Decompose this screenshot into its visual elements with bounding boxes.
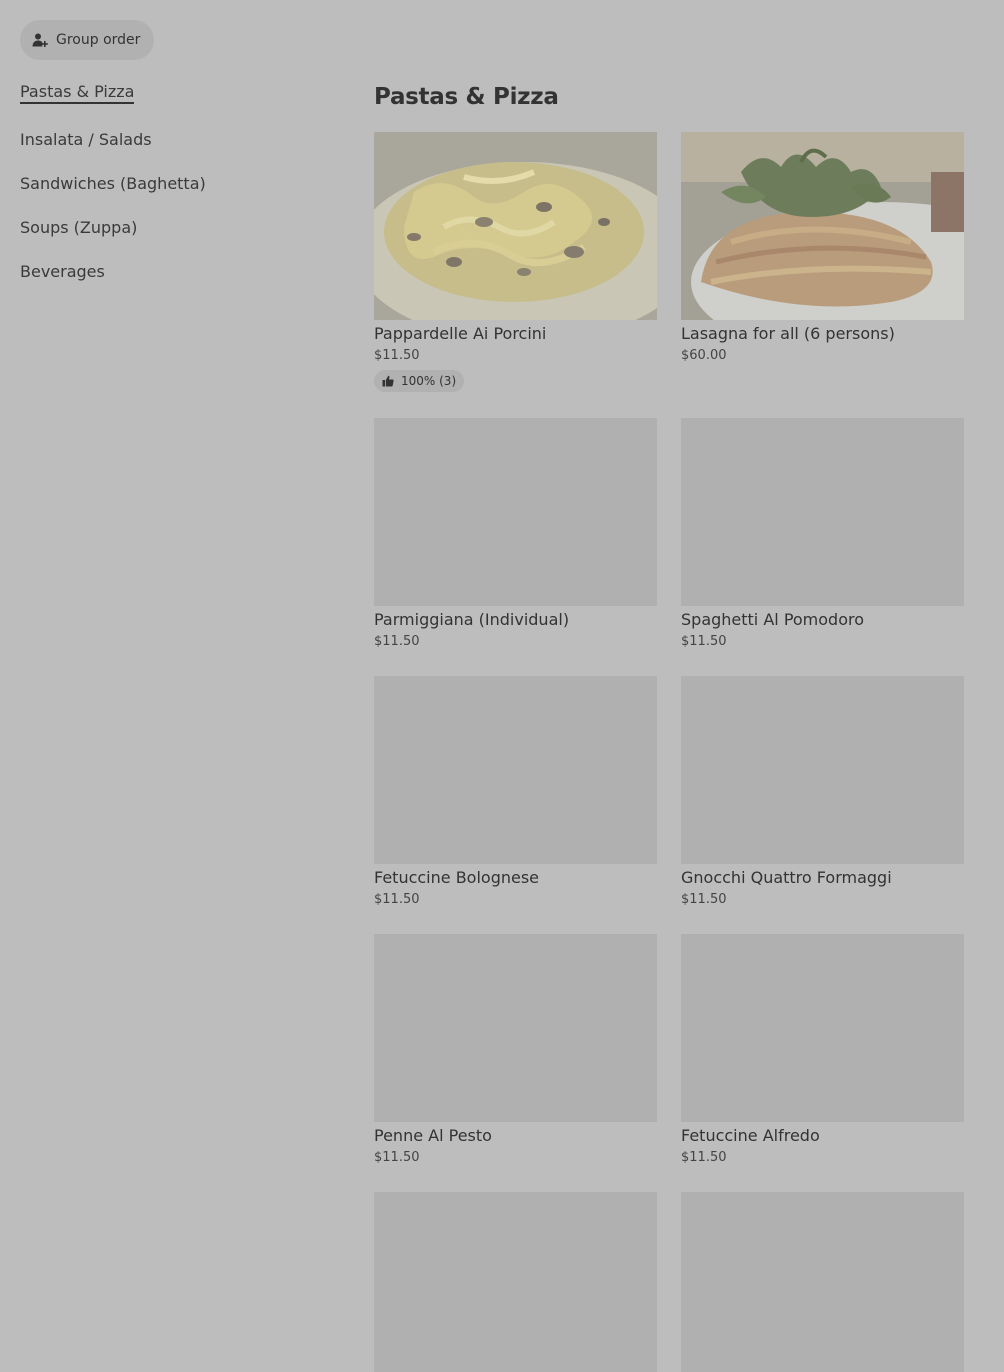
lasagna-photo xyxy=(681,132,964,320)
section-title: Pastas & Pizza xyxy=(374,84,559,110)
menu-item-card[interactable]: Penne Al Pesto $11.50 xyxy=(374,934,657,1166)
item-price: $11.50 xyxy=(681,1150,727,1165)
rating-badge: 100% (3) xyxy=(374,370,465,392)
sidebar-item-sandwiches[interactable]: Sandwiches (Baghetta) xyxy=(20,174,206,193)
group-order-label: Group order xyxy=(56,32,141,48)
item-name: Fetuccine Alfredo xyxy=(681,1126,820,1145)
menu-item-card[interactable]: Lasagna for all (6 persons) $60.00 xyxy=(681,132,964,364)
menu-item-card[interactable]: Gnocchi Quattro Formaggi $11.50 xyxy=(681,676,964,908)
item-name: Lasagna for all (6 persons) xyxy=(681,324,895,343)
item-image-placeholder xyxy=(374,676,657,864)
item-image-placeholder xyxy=(374,418,657,606)
item-price: $11.50 xyxy=(681,634,727,649)
item-image-placeholder xyxy=(681,1192,964,1372)
sidebar-item-soups[interactable]: Soups (Zuppa) xyxy=(20,218,137,237)
menu-item-card[interactable] xyxy=(681,1192,964,1372)
menu-item-card[interactable]: Pappardelle Ai Porcini $11.50 100% (3) xyxy=(374,132,657,392)
item-image-placeholder xyxy=(681,676,964,864)
item-price: $60.00 xyxy=(681,348,727,363)
menu-item-card[interactable]: Fetuccine Alfredo $11.50 xyxy=(681,934,964,1166)
item-name: Fetuccine Bolognese xyxy=(374,868,540,887)
item-price: $11.50 xyxy=(374,892,420,907)
item-price: $11.50 xyxy=(681,892,727,907)
item-price: $11.50 xyxy=(374,634,420,649)
item-price: $11.50 xyxy=(374,348,420,363)
add-person-icon xyxy=(32,32,48,48)
item-name: Penne Al Pesto xyxy=(374,1126,492,1145)
sidebar-item-pastas-pizza[interactable]: Pastas & Pizza xyxy=(20,82,135,104)
menu-item-card[interactable]: Parmiggiana (Individual) $11.50 xyxy=(374,418,657,650)
sidebar-item-beverages[interactable]: Beverages xyxy=(20,262,105,281)
item-image-placeholder xyxy=(374,934,657,1122)
item-image-placeholder xyxy=(374,1192,657,1372)
item-price: $11.50 xyxy=(374,1150,420,1165)
sidebar-item-salads[interactable]: Insalata / Salads xyxy=(20,130,152,149)
menu-item-card[interactable]: Fetuccine Bolognese $11.50 xyxy=(374,676,657,908)
menu-item-card[interactable] xyxy=(374,1192,657,1372)
item-image-placeholder xyxy=(681,418,964,606)
rating-text: 100% (3) xyxy=(401,374,457,388)
group-order-button[interactable]: Group order xyxy=(20,20,154,60)
item-name: Spaghetti Al Pomodoro xyxy=(681,610,865,629)
pasta-photo xyxy=(374,132,657,320)
menu-item-card[interactable]: Spaghetti Al Pomodoro $11.50 xyxy=(681,418,964,650)
item-name: Parmiggiana (Individual) xyxy=(374,610,570,629)
item-image-placeholder xyxy=(681,934,964,1122)
item-name: Gnocchi Quattro Formaggi xyxy=(681,868,892,887)
thumbs-up-icon xyxy=(382,375,394,387)
item-name: Pappardelle Ai Porcini xyxy=(374,324,547,343)
